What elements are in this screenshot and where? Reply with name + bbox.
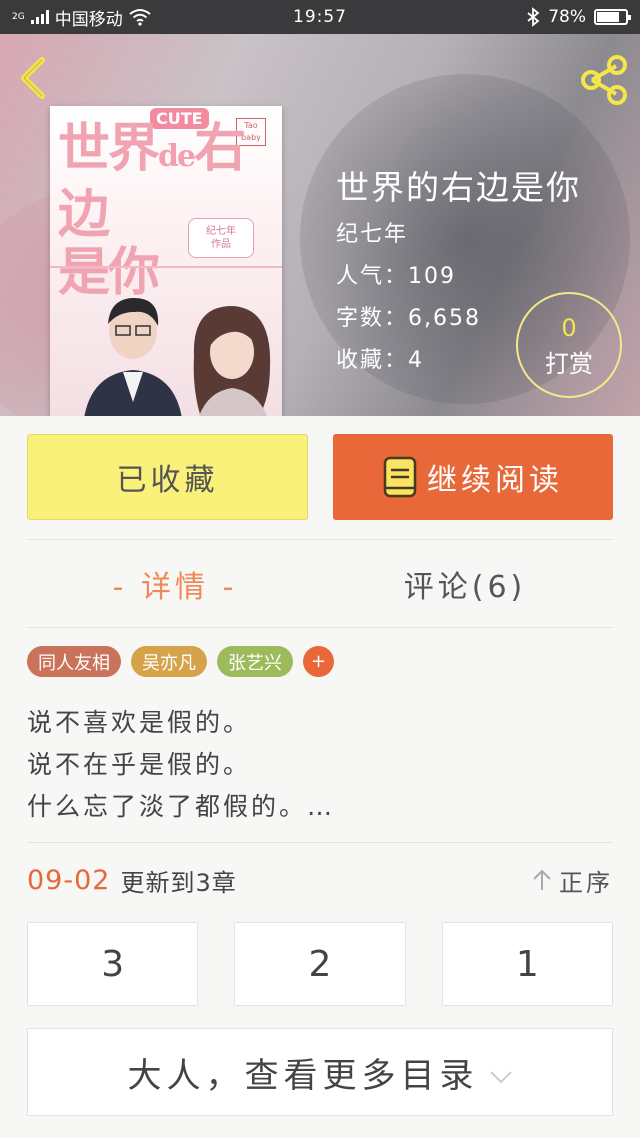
sort-label: 正序	[559, 868, 613, 897]
signal-icon	[30, 10, 49, 24]
cover-decor-line	[50, 266, 282, 268]
battery-icon	[594, 9, 631, 25]
cover-badge-author: 纪七年	[206, 226, 236, 237]
synopsis[interactable]: 说不喜欢是假的。 说不在乎是假的。 什么忘了淡了都假的。…	[27, 702, 335, 828]
chapter-item[interactable]: 1	[441, 922, 613, 1006]
cover-title-part: de	[158, 139, 196, 174]
tag-item[interactable]: 吴亦凡	[131, 646, 207, 677]
divider	[27, 627, 613, 628]
book-cover[interactable]: CUTE Tao baby 世界de右边 是你 纪七年 作品	[50, 106, 282, 416]
book-favorites: 收藏：4	[336, 348, 424, 373]
book-icon	[383, 456, 417, 498]
continue-reading-button[interactable]: 继续阅读	[333, 434, 613, 520]
tag-item[interactable]: 同人友相	[27, 646, 121, 677]
cover-author-badge: 纪七年 作品	[188, 218, 254, 258]
synopsis-line: 说不在乎是假的。	[27, 750, 252, 779]
cover-badge-works: 作品	[211, 239, 231, 250]
cover-person-man	[84, 298, 182, 416]
wifi-icon	[129, 9, 151, 26]
tab-detail[interactable]: - 详情 -	[60, 556, 290, 612]
back-button[interactable]	[14, 56, 54, 100]
more-toc-label: 大人，查看更多目录	[127, 1055, 479, 1096]
book-author[interactable]: 纪七年	[336, 216, 408, 248]
collected-label: 已收藏	[116, 463, 219, 498]
chapter-item[interactable]: 2	[234, 922, 406, 1006]
synopsis-line: 说不喜欢是假的。	[27, 708, 252, 737]
chevron-down-icon	[489, 1071, 512, 1084]
sort-order-button[interactable]: 正序	[531, 863, 613, 898]
arrow-up-icon	[533, 869, 551, 890]
book-title: 世界的右边是你	[336, 168, 581, 207]
more-tags-button[interactable]: +	[303, 646, 334, 677]
carrier-name: 中国移动	[54, 9, 123, 30]
book-word-count: 字数：6,658	[336, 306, 481, 331]
divider	[27, 842, 613, 843]
book-popularity: 人气：109	[336, 264, 456, 289]
tab-comments-label: 评论(6)	[403, 570, 527, 605]
tab-detail-label: - 详情 -	[112, 570, 238, 605]
tag-list: 同人友相 吴亦凡 张艺兴 +	[27, 646, 334, 677]
cover-title-part: 世界	[58, 118, 160, 179]
synopsis-line: 什么忘了淡了都假的。…	[27, 792, 336, 821]
tip-button[interactable]: 0 打赏	[516, 292, 622, 398]
chapter-item[interactable]: 3	[27, 922, 199, 1006]
continue-reading-label: 继续阅读	[427, 463, 563, 498]
cover-person-woman	[193, 306, 271, 416]
tip-label: 打赏	[545, 350, 593, 378]
share-button[interactable]	[578, 54, 630, 106]
bluetooth-icon	[527, 7, 540, 27]
tab-comments[interactable]: 评论(6)	[350, 556, 580, 612]
status-bar: 2G 中国移动 19:57 78%	[0, 0, 640, 34]
tip-count: 0	[561, 314, 577, 342]
cover-title: 世界de右边 是你	[58, 120, 282, 302]
update-info: 09-02 更新到3章 正序	[27, 860, 613, 900]
tag-item[interactable]: 张艺兴	[217, 646, 293, 677]
update-text: 更新到3章	[120, 868, 237, 897]
network-type: 2G	[12, 11, 25, 22]
update-date: 09-02	[27, 864, 111, 896]
collected-button[interactable]: 已收藏	[27, 434, 308, 520]
battery-percent: 78%	[548, 7, 586, 27]
divider	[27, 539, 613, 540]
chapter-list: 3 2 1	[27, 922, 613, 1006]
more-toc-button[interactable]: 大人，查看更多目录	[27, 1028, 613, 1116]
book-header: CUTE Tao baby 世界de右边 是你 纪七年 作品 世界的右边是你 纪…	[0, 34, 640, 416]
